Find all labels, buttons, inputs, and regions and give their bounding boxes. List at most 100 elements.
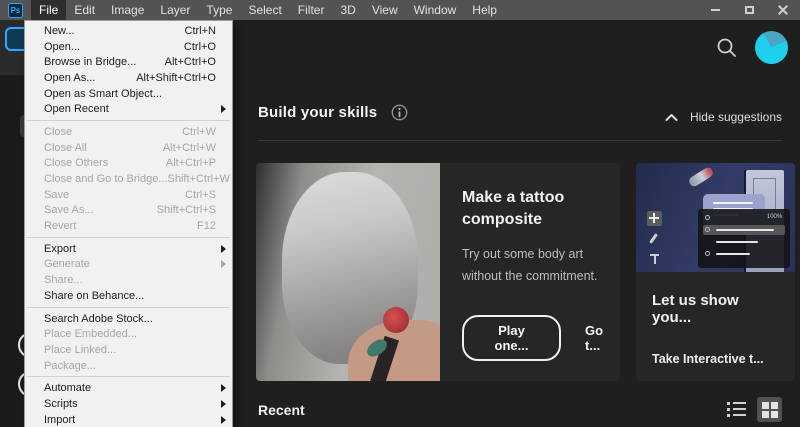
hide-suggestions-label: Hide suggestions xyxy=(690,110,782,124)
menu-section: Close Ctrl+W Close All Alt+Ctrl+W Close … xyxy=(25,124,232,234)
skills-section-title: Build your skills xyxy=(258,104,377,121)
menu-item-shortcut: Alt+Ctrl+O xyxy=(165,56,216,68)
hide-suggestions-toggle[interactable]: Hide suggestions xyxy=(665,110,782,124)
menu-section: Automate Scripts Import xyxy=(25,380,232,427)
menu-item-shortcut: Ctrl+S xyxy=(185,189,216,201)
menu-item-shortcut: Alt+Ctrl+P xyxy=(166,157,216,169)
menu-item-label: Close and Go to Bridge... xyxy=(44,173,168,185)
home-left-edge xyxy=(0,20,24,427)
menu-item-open-as-smart-object[interactable]: Open as Smart Object... xyxy=(25,86,232,102)
menu-item-label: New... xyxy=(44,25,75,37)
tattoo-card-title: Make a tattoo composite xyxy=(462,187,592,230)
play-one-button[interactable]: Play one... xyxy=(462,315,561,361)
menu-separator xyxy=(27,376,230,377)
minimize-button[interactable] xyxy=(698,0,732,20)
menubar-view[interactable]: View xyxy=(364,0,406,20)
chevron-up-icon xyxy=(665,113,678,122)
menu-item-label: Place Linked... xyxy=(44,344,116,356)
eye-icon xyxy=(705,251,710,256)
menu-item-label: Save xyxy=(44,189,69,201)
menu-item-label: Open as Smart Object... xyxy=(44,88,162,100)
menubar-file[interactable]: File xyxy=(31,0,66,20)
submenu-arrow-icon xyxy=(221,384,226,392)
menu-item-shortcut: Alt+Ctrl+W xyxy=(163,142,216,154)
menu-item-automate[interactable]: Automate xyxy=(25,380,232,396)
menu-item-import[interactable]: Import xyxy=(25,412,232,427)
menu-item-browse-in-bridge[interactable]: Browse in Bridge... Alt+Ctrl+O xyxy=(25,54,232,70)
menu-bar: File Edit Image Layer Type Select Filter… xyxy=(31,0,505,20)
menu-item-save-as: Save As... Shift+Ctrl+S xyxy=(25,203,232,219)
photo-tattoo-rose-shape xyxy=(383,307,409,333)
menu-item-open[interactable]: Open... Ctrl+O xyxy=(25,39,232,55)
menu-separator xyxy=(27,307,230,308)
menubar-layer[interactable]: Layer xyxy=(152,0,198,20)
menu-item-scripts[interactable]: Scripts xyxy=(25,396,232,412)
menubar-image[interactable]: Image xyxy=(103,0,152,20)
search-icon[interactable] xyxy=(714,36,740,62)
photoshop-app-icon[interactable]: Ps xyxy=(8,3,23,18)
menu-item-new[interactable]: New... Ctrl+N xyxy=(25,23,232,39)
menu-item-label: Share on Behance... xyxy=(44,290,144,302)
menubar-window[interactable]: Window xyxy=(406,0,465,20)
menu-item-open-as[interactable]: Open As... Alt+Shift+Ctrl+O xyxy=(25,70,232,86)
grid-view-icon[interactable] xyxy=(757,397,782,422)
maximize-button[interactable] xyxy=(732,0,766,20)
zoom-percent-label: 100% xyxy=(767,214,782,220)
menu-item-share-on-behance[interactable]: Share on Behance... xyxy=(25,288,232,304)
menu-item-label: Open Recent xyxy=(44,103,109,115)
take-interactive-tour-link[interactable]: Take Interactive t... xyxy=(652,352,781,366)
menu-separator xyxy=(27,237,230,238)
move-tool-icon xyxy=(647,211,662,226)
interactive-card-title: Let us show you... xyxy=(652,292,781,326)
menu-item-label: Generate xyxy=(44,258,90,270)
menu-item-label: Close All xyxy=(44,142,87,154)
list-view-icon[interactable] xyxy=(727,401,747,419)
menu-item-label: Scripts xyxy=(44,398,78,410)
menu-item-shortcut: Ctrl+O xyxy=(184,41,216,53)
eye-icon xyxy=(705,215,710,220)
menu-item-export[interactable]: Export xyxy=(25,241,232,257)
menubar-select[interactable]: Select xyxy=(240,0,289,20)
menubar-filter[interactable]: Filter xyxy=(290,0,333,20)
tattoo-card-description: Try out some body art without the commit… xyxy=(462,244,620,288)
type-tool-icon xyxy=(647,251,662,266)
menubar-edit[interactable]: Edit xyxy=(66,0,103,20)
menubar-help[interactable]: Help xyxy=(464,0,505,20)
menu-item-share: Share... xyxy=(25,272,232,288)
illustration-toolbar xyxy=(647,211,662,266)
tutorial-card-interactive[interactable]: 100% Let us show you... Take Interactive… xyxy=(636,163,795,381)
menu-item-label: Browse in Bridge... xyxy=(44,56,136,68)
tutorial-card-tattoo[interactable]: Make a tattoo composite Try out some bod… xyxy=(256,163,620,381)
eye-icon xyxy=(705,227,710,232)
menu-section: Search Adobe Stock... Place Embedded... … xyxy=(25,311,232,374)
menu-item-label: Revert xyxy=(44,220,76,232)
menu-item-search-adobe-stock[interactable]: Search Adobe Stock... xyxy=(25,311,232,327)
slider-line xyxy=(716,229,774,231)
user-avatar[interactable] xyxy=(755,31,788,64)
menu-item-shortcut: Shift+Ctrl+W xyxy=(168,173,230,185)
submenu-arrow-icon xyxy=(221,416,226,424)
file-menu-dropdown: New... Ctrl+N Open... Ctrl+O Browse in B… xyxy=(24,20,233,427)
menu-item-label: Automate xyxy=(44,382,91,394)
menu-item-shortcut: F12 xyxy=(197,220,216,232)
menubar-type[interactable]: Type xyxy=(198,0,240,20)
menu-item-label: Import xyxy=(44,414,75,426)
info-icon[interactable] xyxy=(391,104,408,121)
menu-item-place-embedded: Place Embedded... xyxy=(25,326,232,342)
tattoo-card-photo xyxy=(256,163,440,381)
menu-item-close-and-go-to-bridge: Close and Go to Bridge... Shift+Ctrl+W xyxy=(25,171,232,187)
close-button[interactable] xyxy=(766,0,800,20)
home-ps-logo-fragment xyxy=(5,27,24,51)
menu-item-save: Save Ctrl+S xyxy=(25,187,232,203)
illustration-rocket-shape xyxy=(688,166,715,188)
go-to-link[interactable]: Go t... xyxy=(585,323,620,353)
window-controls xyxy=(698,0,800,20)
menu-item-label: Save As... xyxy=(44,204,94,216)
menu-item-open-recent[interactable]: Open Recent xyxy=(25,101,232,117)
menu-item-label: Search Adobe Stock... xyxy=(44,313,153,325)
brush-tool-icon xyxy=(647,231,662,246)
submenu-arrow-icon xyxy=(221,260,226,268)
bubble-text-line xyxy=(713,202,753,204)
menu-item-package: Package... xyxy=(25,358,232,374)
menubar-3d[interactable]: 3D xyxy=(332,0,363,20)
